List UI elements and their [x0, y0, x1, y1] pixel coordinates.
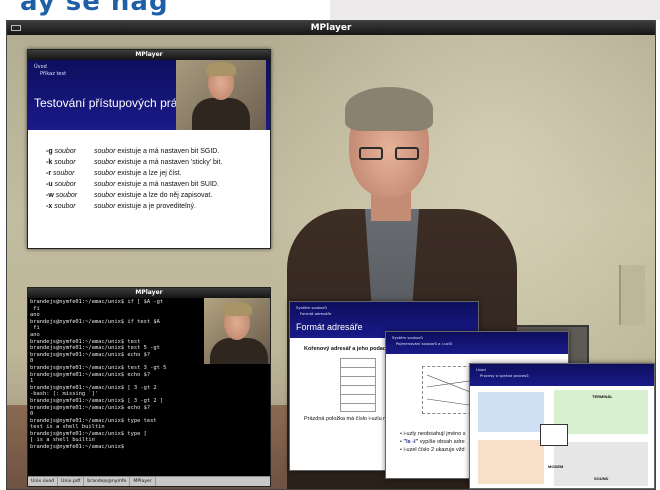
terminal-line: brandejs@nymfe01:~/amac/unix$ echo $?: [30, 371, 151, 378]
diagram-label: TERMINÁL: [592, 394, 613, 399]
slide-mplayer-window[interactable]: MPlayer Úvod Příkaz test Testování příst…: [27, 49, 271, 249]
taskbar-item[interactable]: Unix úvod: [28, 477, 59, 486]
card-bullets: • i-uzly neobsahují jméno s • "ls -i" vy…: [400, 430, 466, 454]
card-breadcrumb: Pojmenování souborů a i-uzlů: [396, 341, 452, 346]
card-breadcrumb: Systém souborů: [296, 305, 327, 310]
terminal-pip-video: [204, 298, 270, 364]
pip-body: [192, 98, 250, 130]
terminal-line: brandejs@nymfe01:~/amac/unix$: [30, 444, 128, 451]
card-header: Úvod Procesy a správa procesů: [470, 364, 654, 386]
terminal-line: fi: [30, 305, 40, 312]
main-window-titlebar[interactable]: MPlayer: [7, 21, 655, 35]
video-frame[interactable]: MPlayer Úvod Příkaz test Testování příst…: [7, 35, 655, 489]
diagram-kernel-box: [540, 424, 568, 446]
diagram-block-orange: [478, 440, 544, 484]
terminal-line: brandejs@nymfe01:~/amac/unix$ test 5 -gt: [30, 345, 160, 352]
slide-breadcrumb-1: Úvod: [34, 64, 47, 70]
terminal-line: ano: [30, 312, 40, 319]
terminal-line: test is a shell builtin: [30, 424, 105, 431]
bullet-item: • i-uzly neobsahují jméno s: [400, 431, 466, 437]
test-option-row: -x soubor soubor existuje a je proveditel…: [46, 203, 196, 210]
terminal-line: -bash: [: missing `]': [30, 391, 99, 398]
terminal-line: fi: [30, 325, 40, 332]
terminal-line: 1: [30, 378, 34, 385]
test-option-row: -w soubor soubor existuje a lze do něj za…: [46, 192, 213, 199]
terminal-line: brandejs@nymfe01:~/amac/unix$ [ 3 -gt 2: [30, 384, 157, 391]
card-breadcrumb: Formát adresáře: [300, 311, 332, 316]
terminal-line: brandejs@nymfe01:~/amac/unix$ if [ $A -g…: [30, 299, 164, 305]
background-heading-fragment: ay se nag: [20, 0, 169, 17]
terminal-line: brandejs@nymfe01:~/amac/unix$ test: [30, 338, 141, 345]
taskbar-item[interactable]: brandejs@nymfe: [84, 477, 131, 486]
pip-hair: [206, 62, 236, 76]
card-header: Systém souborů Pojmenování souborů a i-u…: [386, 332, 568, 354]
glasses-icon: [359, 147, 421, 161]
taskbar-item[interactable]: MPlayer: [130, 477, 156, 486]
test-option-row: -u soubor soubor existuje a má nastaven b…: [46, 181, 219, 188]
card-breadcrumb: Úvod: [476, 367, 486, 372]
presenter-hair: [345, 87, 433, 131]
test-option-list: -g soubor soubor existuje a má nastaven b…: [46, 148, 270, 214]
bullet-item: • "ls -i" vypíše obsah adre: [400, 439, 465, 445]
slide-header: Úvod Příkaz test Testování přístupových …: [28, 60, 270, 130]
diagram-block-blue: [478, 392, 544, 432]
wall-vent: [619, 265, 645, 325]
taskbar: Unix úvod Unix.pdf brandejs@nymfe MPlayer: [28, 476, 270, 486]
slide-window-titlebar[interactable]: MPlayer: [28, 50, 270, 60]
slide-title: Testování přístupových práv: [34, 96, 184, 110]
terminal-line: 0: [30, 358, 34, 365]
test-option-row: -k soubor soubor existuje a má nastaven '…: [46, 159, 223, 166]
window-menu-icon[interactable]: [11, 25, 21, 31]
diagram-label: MODEM: [548, 464, 564, 469]
terminal-mplayer-window[interactable]: MPlayer brandejs@nymfe01:~/amac/unix$ if…: [27, 287, 271, 487]
terminal-window-titlebar[interactable]: MPlayer: [28, 288, 270, 298]
test-option-row: -g soubor soubor existuje a má nastaven b…: [46, 148, 220, 155]
bullet-item: • i-uzel číslo 2 ukazuje vžd: [400, 447, 465, 453]
terminal-line: [ is a shell builtin: [30, 437, 95, 444]
page-root: ay se nag MPlayer MPlayer Úvod Příkaz te…: [0, 0, 660, 490]
main-window-title: MPlayer: [310, 23, 352, 33]
background-page-strip: ay se nag: [0, 0, 660, 20]
terminal-line: ano: [30, 331, 40, 338]
terminal-line: 0: [30, 411, 34, 418]
terminal-line: brandejs@nymfe01:~/amac/unix$ echo $?: [30, 404, 151, 411]
pip-hair: [222, 302, 252, 316]
terminal-line: brandejs@nymfe01:~/amac/unix$ test 3 -gt…: [30, 364, 167, 371]
taskbar-item[interactable]: Unix.pdf: [58, 477, 85, 486]
diagram-label: SOUND: [594, 476, 609, 481]
terminal-line: brandejs@nymfe01:~/amac/unix$ [ 3 -gt 2 …: [30, 397, 164, 404]
directory-table: [340, 358, 376, 412]
picture-in-picture-video: [176, 60, 266, 130]
terminal-line: brandejs@nymfe01:~/amac/unix$ if test $A: [30, 318, 160, 325]
test-option-row: -r soubor soubor existuje a lze jej číst.: [46, 170, 182, 177]
terminal-line: brandejs@nymfe01:~/amac/unix$ echo $?: [30, 351, 151, 358]
terminal-line: brandejs@nymfe01:~/amac/unix$ type [: [30, 430, 147, 437]
mplayer-main-window[interactable]: MPlayer MPlayer Úvod Příkaz test Testová…: [6, 20, 656, 490]
terminal-line: brandejs@nymfe01:~/amac/unix$ type test: [30, 417, 157, 424]
background-page-bar: [330, 0, 660, 20]
card-breadcrumb: Procesy a správa procesů: [480, 373, 529, 378]
pip-body: [210, 338, 268, 364]
card-footer-text: Prázdná položka má číslo i-uzlu nula.: [304, 416, 396, 422]
terminal-output[interactable]: brandejs@nymfe01:~/amac/unix$ if [ $A -g…: [28, 298, 204, 476]
slide-card-procesy: Úvod Procesy a správa procesů TERMINÁL M…: [469, 363, 655, 489]
card-title: Formát adresáře: [296, 322, 363, 332]
slide-breadcrumb-2: Příkaz test: [40, 71, 67, 77]
card-breadcrumb: Systém souborů: [392, 335, 423, 340]
